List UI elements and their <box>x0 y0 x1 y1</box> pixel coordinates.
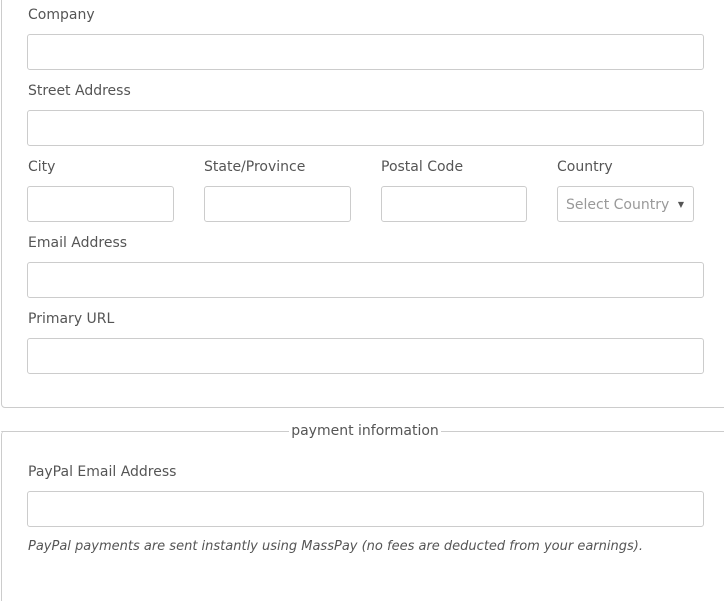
company-input[interactable] <box>27 34 704 70</box>
primary-url-input[interactable] <box>27 338 704 374</box>
state-province-input[interactable] <box>204 186 351 222</box>
legend-divider-left <box>1 431 289 432</box>
street-address-label: Street Address <box>28 83 131 99</box>
email-address-input[interactable] <box>27 262 704 298</box>
email-address-label: Email Address <box>28 235 128 251</box>
payment-section-legend: payment information <box>291 423 439 439</box>
legend-divider-right <box>441 431 724 432</box>
city-label: City <box>28 159 56 175</box>
street-address-input[interactable] <box>27 110 704 146</box>
state-province-label: State/Province <box>204 159 306 175</box>
country-select-value: Select Country <box>566 197 670 213</box>
country-select[interactable]: Select Country ▼ <box>557 186 694 222</box>
city-input[interactable] <box>27 186 174 222</box>
postal-code-input[interactable] <box>381 186 527 222</box>
paypal-note: PayPal payments are sent instantly using… <box>28 539 643 554</box>
country-label: Country <box>557 159 613 175</box>
caret-down-icon: ▼ <box>677 200 684 209</box>
paypal-email-label: PayPal Email Address <box>28 464 177 480</box>
paypal-email-input[interactable] <box>27 491 704 527</box>
company-label: Company <box>28 7 95 23</box>
primary-url-label: Primary URL <box>28 311 115 327</box>
postal-code-label: Postal Code <box>381 159 464 175</box>
